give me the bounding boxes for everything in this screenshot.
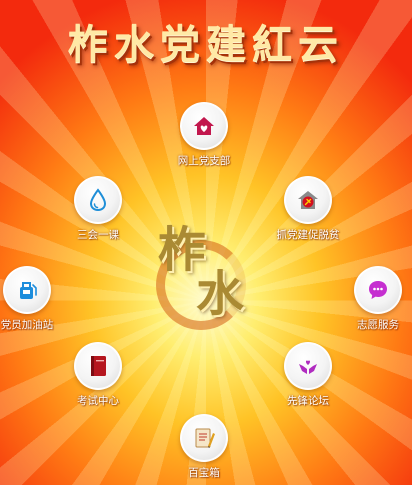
notebook-pencil-icon <box>180 414 228 462</box>
menu-item-gas-station[interactable]: 党员加油站 <box>0 266 77 332</box>
water-drop-icon <box>74 176 122 224</box>
party-emblem-house-icon <box>284 176 332 224</box>
menu-item-online-branch[interactable]: 网上党支部 <box>154 102 254 168</box>
menu-item-label: 百宝箱 <box>188 467 220 479</box>
menu-item-toolbox[interactable]: 百宝箱 <box>154 414 254 480</box>
chat-bubble-icon <box>354 266 402 314</box>
menu-item-volunteer[interactable]: 志愿服务 <box>328 266 412 332</box>
app-title: 柞水党建紅云 <box>68 21 344 68</box>
menu-item-poverty[interactable]: 抓党建促脱贫 <box>258 176 358 242</box>
menu-item-label: 党员加油站 <box>0 319 54 331</box>
menu-item-label: 考试中心 <box>77 395 119 407</box>
book-icon <box>74 342 122 390</box>
logo-char-2: 水 <box>196 266 245 322</box>
menu-item-label: 三会一课 <box>77 229 119 241</box>
house-heart-icon <box>180 102 228 150</box>
menu-item-exam[interactable]: 考试中心 <box>48 342 148 408</box>
menu-item-forum[interactable]: 先锋论坛 <box>258 342 358 408</box>
fuel-pump-icon <box>3 266 51 314</box>
zhashui-logo: 柞 水 <box>150 210 265 330</box>
menu-item-label: 网上党支部 <box>177 155 231 167</box>
menu-item-label: 志愿服务 <box>357 319 399 331</box>
menu-item-label: 抓党建促脱贫 <box>276 229 340 241</box>
menu-item-three-meetings[interactable]: 三会一课 <box>48 176 148 242</box>
hands-heart-icon <box>284 342 332 390</box>
menu-item-label: 先锋论坛 <box>287 395 329 407</box>
